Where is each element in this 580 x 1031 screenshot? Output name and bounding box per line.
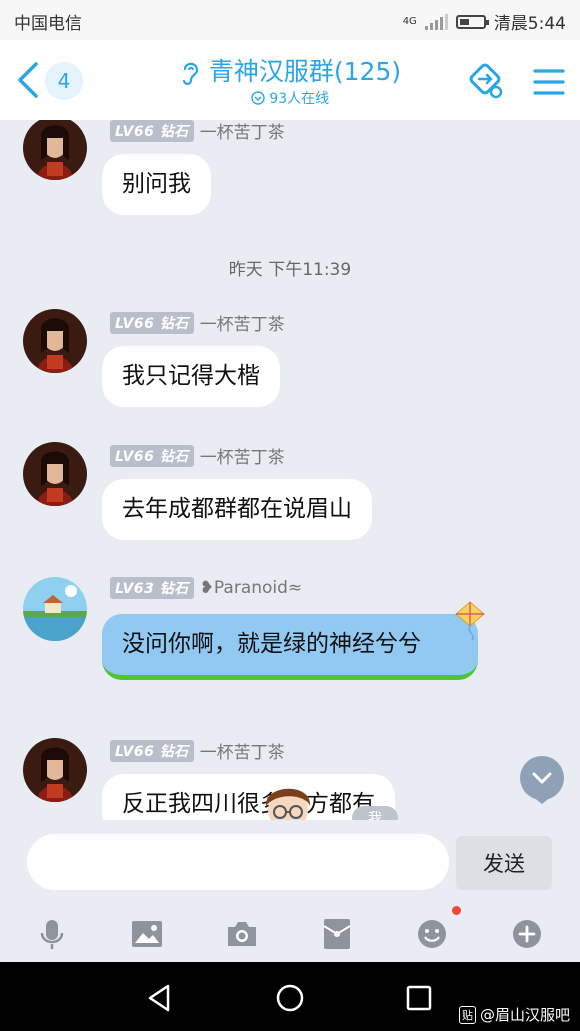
system-nav-bar: 贴 @眉山汉服吧 — [0, 962, 580, 1031]
avatar[interactable] — [23, 738, 87, 802]
scroll-to-bottom-button[interactable] — [520, 756, 564, 800]
sender-meta: LV66 钻石 一杯苦丁茶 — [110, 310, 285, 335]
level-badge: LV66 钻石 — [110, 739, 194, 762]
battery-icon — [455, 14, 489, 29]
sender-meta: LV66 钻石 一杯苦丁茶 — [110, 443, 285, 468]
level-badge: LV63 钻石 — [110, 577, 194, 599]
sender-name: 一杯苦丁茶 — [199, 448, 285, 468]
kite-icon — [455, 601, 485, 640]
timestamp: 昨天 下午11:39 — [228, 260, 352, 280]
sender-meta: LV66 钻石 一杯苦丁茶 — [110, 120, 285, 143]
sender-name: 一杯苦丁茶 — [199, 315, 285, 335]
sender-name: 一杯苦丁茶 — [199, 123, 285, 143]
group-call-icon[interactable] — [466, 62, 506, 102]
level-badge: LV66 钻石 — [110, 444, 194, 467]
microphone-icon[interactable] — [32, 914, 72, 954]
avatar[interactable] — [23, 309, 87, 373]
notification-dot — [452, 906, 461, 915]
ear-icon — [182, 62, 198, 85]
message-bubble[interactable]: 反正我四川很多地方都有 — [102, 774, 395, 820]
avatar[interactable] — [23, 577, 87, 641]
message-bubble[interactable]: 我只记得大楷 — [102, 346, 280, 407]
message-bubble[interactable]: 别问我 — [102, 154, 211, 215]
chevron-down-icon — [532, 772, 552, 784]
sender-name: 一杯苦丁茶 — [199, 743, 285, 763]
watermark-badge: 贴 — [458, 1005, 476, 1024]
sender-meta: LV63 钻石 ❥Paranoid≈ — [110, 577, 302, 599]
group-title: 青神汉服群(125) — [208, 57, 402, 86]
message-bubble[interactable]: 去年成都群都在说眉山 — [102, 479, 372, 540]
online-count: 93人在线 — [269, 91, 330, 107]
camera-icon[interactable] — [222, 914, 262, 954]
signal-icon — [424, 13, 448, 30]
avatar[interactable] — [23, 442, 87, 506]
input-bar: 发送 — [0, 820, 580, 906]
nav-back-icon[interactable] — [142, 980, 178, 1016]
emoji-icon[interactable] — [412, 914, 452, 954]
watermark: 贴 @眉山汉服吧 — [458, 1004, 570, 1025]
message-input[interactable] — [27, 834, 449, 890]
carrier-label: 中国电信 — [14, 14, 82, 34]
chat-list[interactable]: LV66 钻石 一杯苦丁茶 别问我 昨天 下午11:39 LV66 钻石 一杯苦… — [0, 120, 580, 820]
status-right: 4G 清晨5:44 — [403, 9, 566, 34]
sender-name: ❥Paranoid≈ — [199, 578, 303, 598]
status-bar: 中国电信 4G 清晨5:44 — [0, 0, 580, 40]
red-packet-icon[interactable] — [317, 914, 357, 954]
network-label: 4G — [402, 15, 417, 27]
nav-recents-icon[interactable] — [401, 980, 437, 1016]
watermark-text: @眉山汉服吧 — [479, 1006, 570, 1024]
image-icon[interactable] — [127, 914, 167, 954]
fab-tail — [532, 796, 552, 804]
message-bubble[interactable]: 没问你啊，就是绿的神经兮兮 — [102, 614, 478, 680]
chat-header: 4 青神汉服群(125) 93人在线 — [0, 40, 580, 120]
chevron-circle-icon — [251, 91, 265, 105]
clock: 清晨5:44 — [493, 14, 566, 34]
send-button[interactable]: 发送 — [456, 836, 552, 890]
level-badge: LV66 钻石 — [110, 120, 194, 142]
sender-meta: LV66 钻石 一杯苦丁茶 — [110, 738, 285, 763]
plus-icon[interactable] — [507, 914, 547, 954]
input-toolbar — [0, 906, 580, 962]
level-badge: LV66 钻石 — [110, 311, 194, 334]
nav-home-icon[interactable] — [272, 980, 308, 1016]
avatar[interactable] — [23, 120, 87, 180]
menu-icon[interactable] — [530, 62, 570, 102]
